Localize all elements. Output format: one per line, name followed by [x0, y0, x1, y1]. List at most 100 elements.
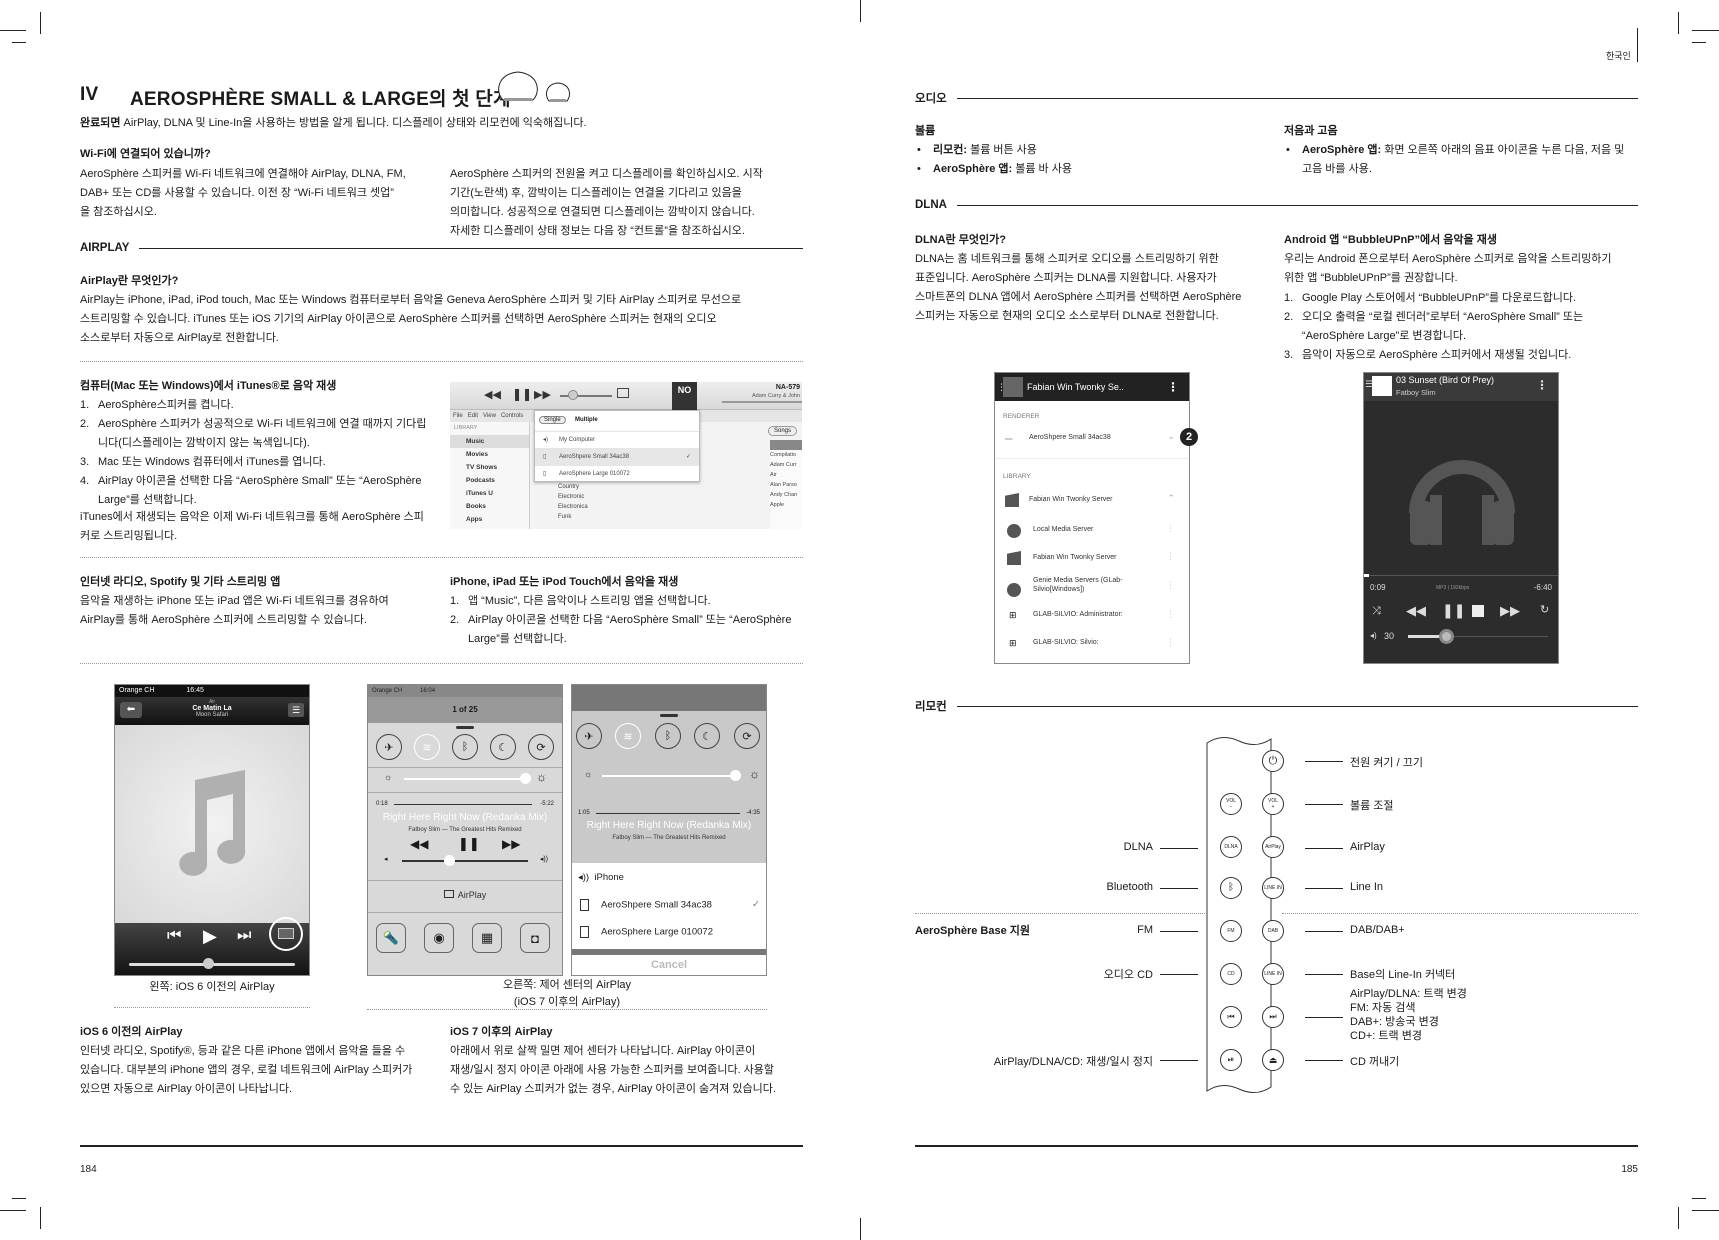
bluetooth-toggle[interactable]: ᛒ: [655, 723, 681, 749]
bluetooth-toggle[interactable]: ᛒ: [452, 734, 478, 760]
camera-button[interactable]: ◘: [520, 923, 550, 953]
track-progress[interactable]: [596, 813, 740, 814]
shuffle-icon[interactable]: ⤨: [1372, 605, 1381, 618]
device-option[interactable]: ▯ AeroShpere Small 34ac38 ✓: [535, 448, 699, 465]
volume-slider[interactable]: [402, 860, 528, 862]
device-option[interactable]: ◂) My Computer: [535, 431, 699, 448]
volume-down-button[interactable]: VOL −: [1220, 793, 1242, 815]
server-item[interactable]: GLAB-SILVIO: Silvio:: [1033, 639, 1099, 646]
pause-icon[interactable]: ❚❚: [1442, 602, 1465, 619]
bluetooth-button[interactable]: ᛒ: [1220, 877, 1242, 899]
tab-single[interactable]: Single: [539, 416, 566, 424]
wifi-toggle[interactable]: ≋: [414, 734, 440, 760]
repeat-icon[interactable]: ↻: [1540, 603, 1549, 616]
calculator-button[interactable]: ▦: [472, 923, 502, 953]
rotation-lock-toggle[interactable]: ⟳: [528, 734, 554, 760]
power-button[interactable]: ⏻: [1262, 750, 1284, 772]
dlna-button[interactable]: DLNA: [1220, 836, 1242, 858]
library-item[interactable]: Music: [450, 435, 529, 448]
list-icon[interactable]: ☰: [288, 703, 304, 717]
airplay-highlight[interactable]: [269, 917, 303, 951]
timer-button[interactable]: ◉: [424, 923, 454, 953]
do-not-disturb-toggle[interactable]: ☾: [694, 723, 720, 749]
artist-item[interactable]: Air: [770, 470, 802, 480]
airplay-button[interactable]: AirPlay: [1262, 836, 1284, 858]
grabber[interactable]: [456, 726, 474, 729]
eject-button[interactable]: ⏏: [1262, 1049, 1284, 1071]
menu-item[interactable]: File: [453, 413, 463, 419]
forward-icon[interactable]: ▶▶: [502, 837, 520, 851]
fm-button[interactable]: FM: [1220, 920, 1242, 942]
chevron-down-icon[interactable]: ⌄: [1167, 431, 1175, 442]
library-item[interactable]: Books: [450, 500, 529, 513]
play-pause-button[interactable]: ⏯: [1220, 1049, 1242, 1071]
item-menu-icon[interactable]: ⋮: [1166, 523, 1175, 534]
rotation-lock-toggle[interactable]: ⟳: [734, 723, 760, 749]
library-item[interactable]: iTunes U: [450, 487, 529, 500]
wifi-toggle[interactable]: ≋: [615, 723, 641, 749]
play-icon[interactable]: ▶: [203, 926, 217, 947]
server-item[interactable]: GLAB-SILVIO: Administrator:: [1033, 611, 1123, 618]
library-item[interactable]: TV Shows: [450, 461, 529, 474]
tab-multiple[interactable]: Multiple: [575, 417, 598, 423]
brightness-slider[interactable]: [404, 778, 526, 780]
genre-item[interactable]: Electronic: [558, 492, 588, 502]
brightness-knob[interactable]: [730, 770, 741, 781]
airplay-button[interactable]: AirPlay: [368, 890, 562, 900]
track-progress[interactable]: [394, 804, 532, 805]
library-item[interactable]: Podcasts: [450, 474, 529, 487]
genre-item[interactable]: Electronica: [558, 502, 588, 512]
server-item[interactable]: Fabian Win Twonky Server: [1033, 554, 1117, 561]
airplay-option[interactable]: AeroSphere Large 010072: [580, 926, 713, 938]
airplay-option[interactable]: ◂)) iPhone: [578, 872, 624, 883]
item-menu-icon[interactable]: ⋮: [1166, 637, 1175, 648]
songs-button[interactable]: Songs: [768, 426, 798, 436]
chevron-up-icon[interactable]: ⌃: [1167, 493, 1175, 504]
header-title[interactable]: Fabian Win Twonky Se..: [1027, 382, 1124, 392]
menu-item[interactable]: View: [483, 413, 496, 419]
artist-item[interactable]: Adam Curr: [770, 460, 802, 470]
airplane-mode-toggle[interactable]: ✈: [376, 734, 402, 760]
cancel-button[interactable]: Cancel: [572, 959, 766, 971]
next-button[interactable]: ⏭: [1262, 1006, 1284, 1028]
cd-button[interactable]: CD: [1220, 963, 1242, 985]
line-in-button[interactable]: LINE IN: [1262, 877, 1284, 899]
forward-icon[interactable]: ▶▶: [1500, 603, 1520, 619]
library-item[interactable]: Movies: [450, 448, 529, 461]
server-item[interactable]: Genie Media Servers (GLab-Silvio[Windows…: [1033, 576, 1153, 594]
renderer-select[interactable]: AeroShpere Small 34ac38: [1029, 434, 1111, 441]
device-option[interactable]: ▯ AeroSphere Large 010072: [535, 465, 699, 482]
airplay-icon[interactable]: [617, 388, 629, 398]
seek-bar[interactable]: [1364, 575, 1558, 576]
library-item[interactable]: Apps: [450, 513, 529, 526]
airplane-mode-toggle[interactable]: ✈: [576, 723, 602, 749]
server-item[interactable]: Local Media Server: [1033, 526, 1093, 533]
scrubber-knob[interactable]: [203, 958, 214, 969]
volume-knob[interactable]: [444, 855, 455, 866]
server-item[interactable]: Fabian Win Twonky Server: [1029, 496, 1113, 503]
item-menu-icon[interactable]: ⋮: [1166, 609, 1175, 620]
back-button[interactable]: ⬅: [120, 702, 142, 718]
next-icon[interactable]: ⏭: [237, 927, 251, 945]
menu-item[interactable]: Controls: [501, 413, 523, 419]
menu-item[interactable]: Edit: [468, 413, 478, 419]
overflow-menu-icon[interactable]: ⋮: [1167, 373, 1179, 401]
artist-item[interactable]: Apple: [770, 500, 802, 510]
volume-up-button[interactable]: VOL +: [1262, 793, 1284, 815]
grabber[interactable]: [660, 714, 678, 717]
rewind-icon[interactable]: ◀◀: [410, 837, 428, 851]
dab-button[interactable]: DAB: [1262, 920, 1284, 942]
artist-item[interactable]: Alan Parso: [770, 480, 802, 490]
brightness-slider[interactable]: [602, 775, 734, 777]
flashlight-button[interactable]: 🔦: [376, 923, 406, 953]
item-menu-icon[interactable]: ⋮: [1166, 551, 1175, 562]
artist-item[interactable]: Andy Chan: [770, 490, 802, 500]
rewind-icon[interactable]: ◀◀: [1406, 603, 1426, 619]
stop-icon[interactable]: [1472, 605, 1484, 617]
brightness-knob[interactable]: [520, 773, 531, 784]
airplay-option[interactable]: AeroShpere Small 34ac38 ✓: [580, 899, 760, 911]
do-not-disturb-toggle[interactable]: ☾: [490, 734, 516, 760]
overflow-menu-icon[interactable]: ⋮: [1536, 378, 1548, 392]
genre-item[interactable]: Country: [558, 482, 588, 492]
base-line-in-button[interactable]: LINE IN: [1262, 963, 1284, 985]
